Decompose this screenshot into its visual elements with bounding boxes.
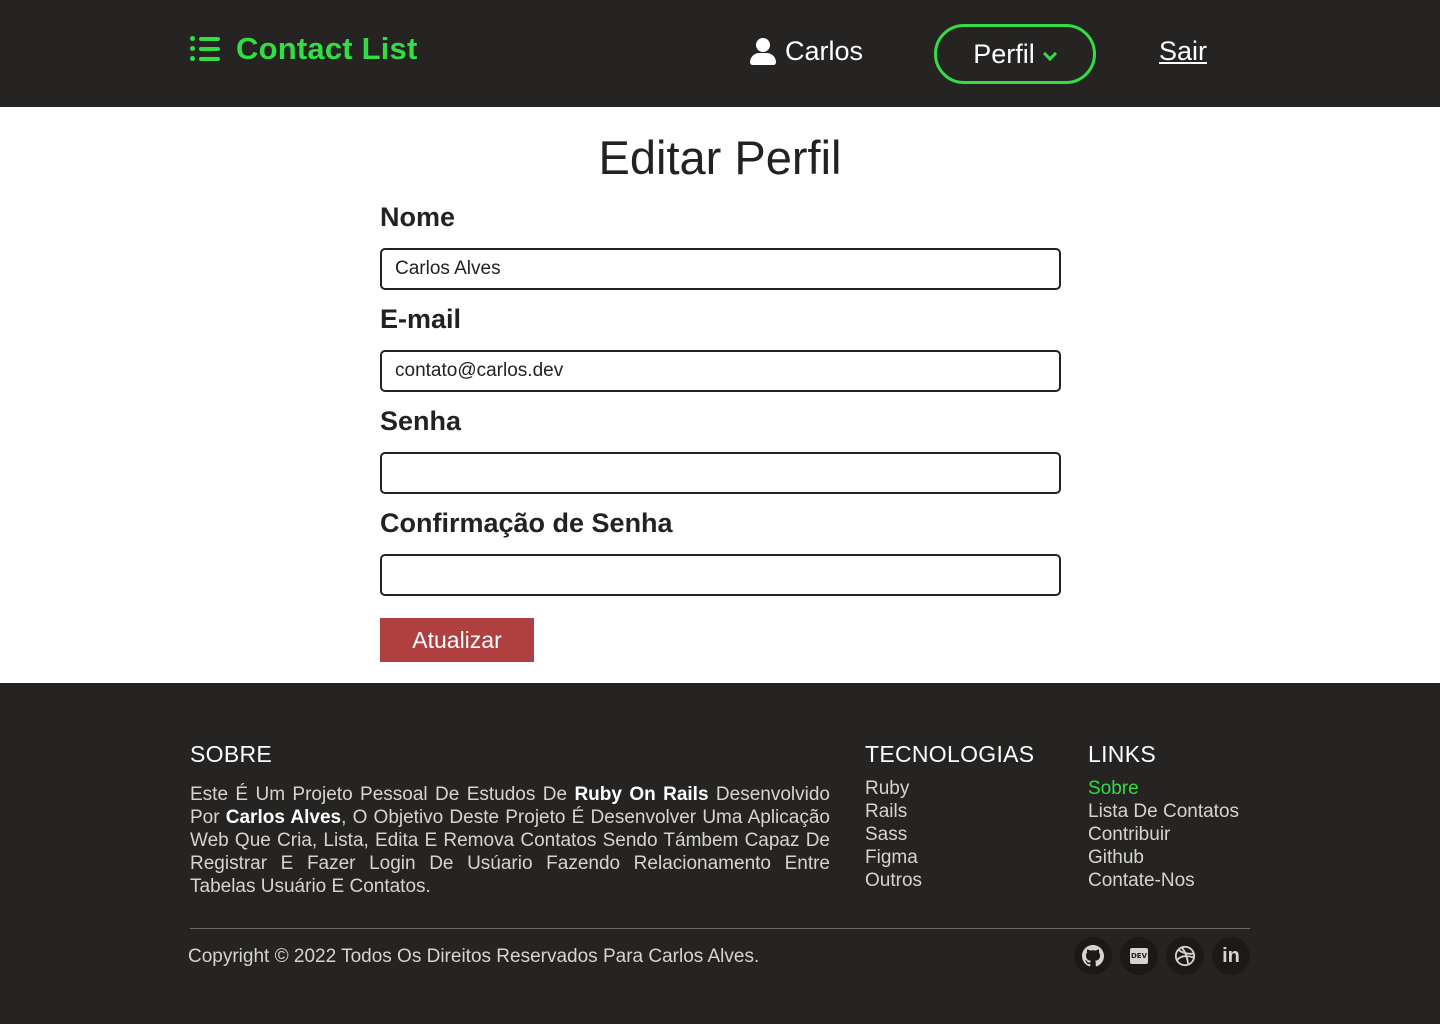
update-button[interactable]: Atualizar xyxy=(380,618,534,662)
links-heading: LINKS xyxy=(1088,741,1156,767)
dev-link[interactable]: DEV xyxy=(1120,937,1158,975)
password-label: Senha xyxy=(380,406,462,436)
link-sobre[interactable]: Sobre xyxy=(1088,777,1239,800)
email-input[interactable] xyxy=(380,350,1061,392)
page-title: Editar Perfil xyxy=(598,131,842,184)
github-icon xyxy=(1082,945,1104,967)
linkedin-link[interactable]: in xyxy=(1212,937,1250,975)
footer-divider xyxy=(190,928,1250,929)
top-navbar: Contact List Carlos Perfil Sair xyxy=(0,0,1440,107)
list-item: Rails xyxy=(865,801,908,822)
dribbble-icon xyxy=(1174,945,1196,967)
password-confirmation-input[interactable] xyxy=(380,554,1061,596)
name-input[interactable] xyxy=(380,248,1061,290)
current-user: Carlos xyxy=(750,36,863,67)
password-input[interactable] xyxy=(380,452,1061,494)
technologies-list: Ruby Rails Sass Figma Outros xyxy=(865,777,922,892)
linkedin-icon: in xyxy=(1222,944,1240,967)
technologies-heading: TECNOLOGIAS xyxy=(865,741,1035,767)
links-list: Sobre Lista De Contatos Contribuir Githu… xyxy=(1088,777,1239,892)
about-text: Este É Um Projeto Pessoal De Estudos De … xyxy=(190,784,830,897)
password-confirmation-label: Confirmação de Senha xyxy=(380,508,673,538)
brand-title: Contact List xyxy=(236,31,418,66)
link-contate-nos[interactable]: Contate-Nos xyxy=(1088,869,1239,892)
link-github[interactable]: Github xyxy=(1088,846,1239,869)
dribbble-link[interactable] xyxy=(1166,937,1204,975)
about-heading: SOBRE xyxy=(190,741,273,767)
list-item: Sass xyxy=(865,824,908,845)
profile-button-label: Perfil xyxy=(973,38,1035,69)
chevron-down-icon xyxy=(1043,51,1057,61)
copyright-text: Copyright © 2022 Todos Os Direitos Reser… xyxy=(188,946,760,967)
list-icon xyxy=(190,36,222,62)
name-label: Nome xyxy=(380,202,456,232)
list-item: Ruby xyxy=(865,778,910,799)
github-link[interactable] xyxy=(1074,937,1112,975)
link-contribuir[interactable]: Contribuir xyxy=(1088,823,1239,846)
brand-link[interactable]: Contact List xyxy=(190,31,418,67)
profile-dropdown-button[interactable]: Perfil xyxy=(934,24,1096,84)
footer: SOBRE Este É Um Projeto Pessoal De Estud… xyxy=(0,683,1440,1024)
list-item: Outros xyxy=(865,870,923,891)
user-icon xyxy=(750,37,776,66)
email-label: E-mail xyxy=(380,304,462,334)
list-item: Figma xyxy=(865,847,918,868)
user-name: Carlos xyxy=(785,36,864,66)
logout-link[interactable]: Sair xyxy=(1159,36,1207,67)
dev-icon: DEV xyxy=(1130,948,1148,964)
link-lista-de-contatos[interactable]: Lista De Contatos xyxy=(1088,800,1239,823)
